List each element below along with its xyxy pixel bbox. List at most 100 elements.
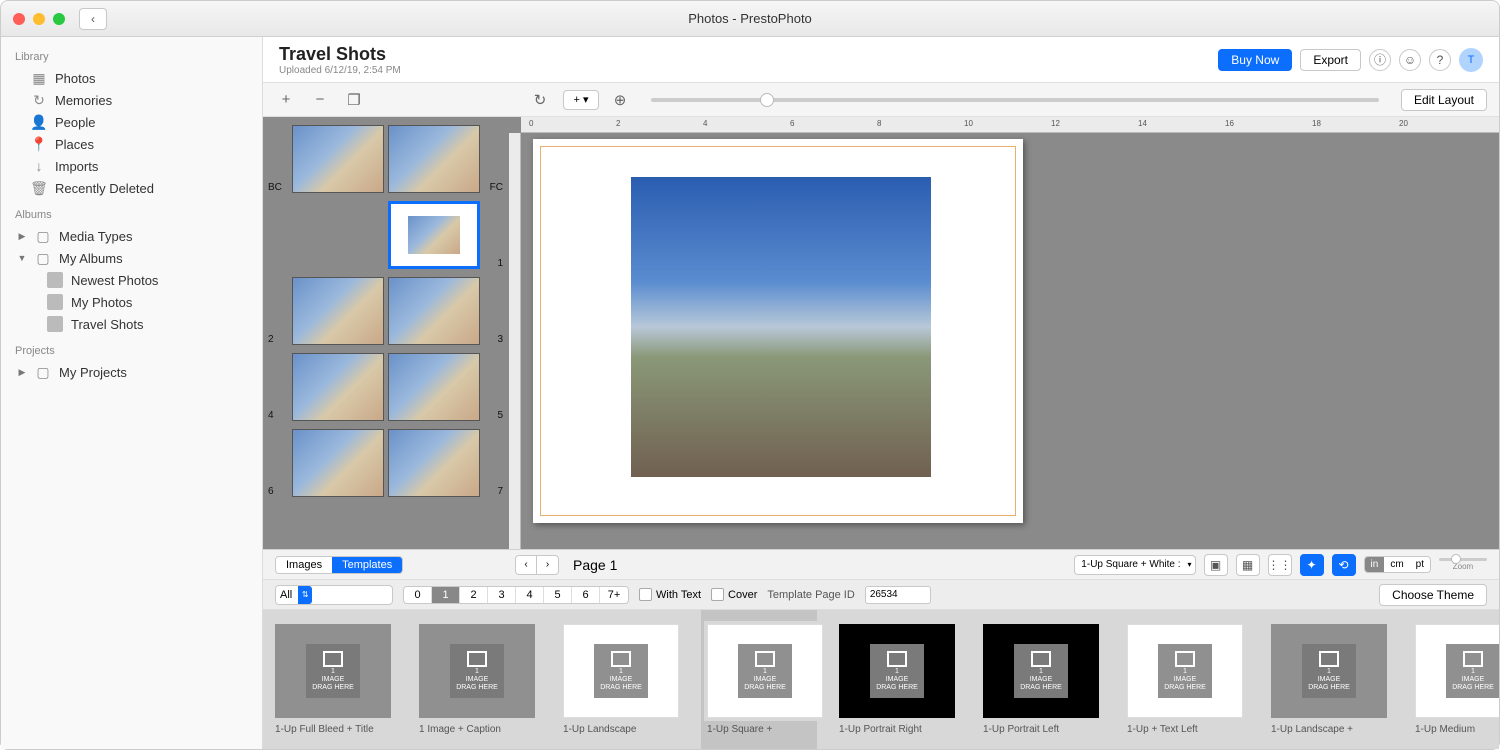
disclosure-icon[interactable]: ▼ [17, 253, 27, 263]
sidebar-item-photos[interactable]: ▦Photos [1, 67, 262, 89]
spread-page-2[interactable] [292, 277, 384, 345]
sidebar-item-travel-shots[interactable]: Travel Shots [1, 313, 262, 335]
export-button[interactable]: Export [1300, 49, 1361, 71]
grid-button-1[interactable]: ▦ [1236, 554, 1260, 576]
disclosure-icon[interactable]: ▶ [17, 367, 27, 378]
info-button[interactable]: ⓘ [1369, 49, 1391, 71]
sidebar-item-places[interactable]: 📍Places [1, 133, 262, 155]
layout-name-dropdown[interactable]: 1-Up Square + White : [1074, 555, 1195, 575]
tab-templates[interactable]: Templates [332, 557, 402, 573]
page-indicator: Page 1 [573, 557, 617, 573]
filter-num-7+[interactable]: 7+ [600, 587, 628, 603]
chat-button[interactable]: ☺ [1399, 49, 1421, 71]
memories-icon: ↻ [31, 92, 47, 108]
cover-checkbox[interactable]: Cover [711, 588, 757, 601]
sidebar-item-my-projects[interactable]: ▶▢My Projects [1, 361, 262, 383]
sidebar-item-memories[interactable]: ↻Memories [1, 89, 262, 111]
back-button[interactable]: ‹ [79, 8, 107, 30]
sidebar-item-recently-deleted[interactable]: 🗑Recently Deleted [1, 177, 262, 199]
unit-in[interactable]: in [1365, 557, 1385, 572]
spread-page-4[interactable] [292, 353, 384, 421]
template-item[interactable]: 1IMAGEDRAG HERE1-Up Full Bleed + Title [275, 624, 391, 745]
buy-now-button[interactable]: Buy Now [1218, 49, 1292, 71]
ruler-vertical [509, 133, 521, 549]
template-item[interactable]: 1IMAGEDRAG HERE1 Image + Caption [419, 624, 535, 745]
sidebar-item-people[interactable]: 👤People [1, 111, 262, 133]
spread-page-5[interactable] [388, 353, 480, 421]
zoom-window[interactable] [53, 13, 65, 25]
images-templates-tabs[interactable]: Images Templates [275, 556, 403, 574]
template-item[interactable]: 1IMAGEDRAG HERE1-Up Medium [1415, 624, 1499, 745]
image-count-filter[interactable]: 01234567+ [403, 586, 629, 604]
spread-panel: BC FC 1 2 3 4 5 [263, 117, 509, 549]
page-next-button[interactable]: › [537, 555, 559, 575]
zoom-out-icon[interactable]: ⊕ [611, 89, 629, 111]
trash-icon: 🗑 [31, 180, 47, 196]
help-button[interactable]: ? [1429, 49, 1451, 71]
template-item[interactable]: 1IMAGEDRAG HERE1-Up Landscape [563, 624, 679, 745]
duplicate-button[interactable]: ❐ [343, 89, 365, 111]
add-dropdown[interactable]: + ▾ [563, 90, 599, 110]
zoom-mini-slider[interactable] [1439, 558, 1487, 561]
spread-page-3[interactable] [388, 277, 480, 345]
template-strip[interactable]: 1IMAGEDRAG HERE1-Up Full Bleed + Title1I… [263, 610, 1499, 749]
edit-layout-button[interactable]: Edit Layout [1401, 89, 1487, 111]
refresh-button[interactable]: ↻ [529, 89, 551, 111]
spread-front-cover[interactable] [388, 125, 480, 193]
template-item[interactable]: 1IMAGEDRAG HERE1-Up Portrait Left [983, 624, 1099, 745]
template-page-id-input[interactable] [865, 586, 931, 604]
remove-button[interactable]: − [309, 89, 331, 111]
section-projects: Projects [1, 341, 262, 361]
page-prev-button[interactable]: ‹ [515, 555, 537, 575]
filter-num-1[interactable]: 1 [432, 587, 460, 603]
section-albums: Albums [1, 205, 262, 225]
tab-images[interactable]: Images [276, 557, 332, 573]
spread-page-1[interactable] [388, 201, 480, 269]
people-icon: 👤 [31, 114, 47, 130]
add-button[interactable]: + [275, 89, 297, 111]
sidebar-item-newest-photos[interactable]: Newest Photos [1, 269, 262, 291]
page-image[interactable] [631, 177, 931, 477]
unit-selector[interactable]: in cm pt [1364, 556, 1431, 573]
template-item[interactable]: 1IMAGEDRAG HERE1-Up Square + [701, 610, 817, 749]
magic-button[interactable]: ✦ [1300, 554, 1324, 576]
sidebar-item-my-albums[interactable]: ▼▢My Albums [1, 247, 262, 269]
spread-page-6[interactable] [292, 429, 384, 497]
template-label: 1-Up Medium [1415, 724, 1499, 735]
user-avatar[interactable]: T [1459, 48, 1483, 72]
template-label: 1-Up Square + [707, 724, 811, 735]
template-label: 1-Up + Text Left [1127, 724, 1243, 735]
filter-num-3[interactable]: 3 [488, 587, 516, 603]
minimize-window[interactable] [33, 13, 45, 25]
choose-theme-button[interactable]: Choose Theme [1379, 584, 1487, 606]
template-item[interactable]: 1IMAGEDRAG HERE1-Up Landscape + [1271, 624, 1387, 745]
with-text-checkbox[interactable]: With Text [639, 588, 701, 601]
upload-timestamp: Uploaded 6/12/19, 2:54 PM [279, 65, 401, 76]
align-button-1[interactable]: ▣ [1204, 554, 1228, 576]
sidebar: Library ▦Photos ↻Memories 👤People 📍Place… [1, 37, 263, 749]
template-item[interactable]: 1IMAGEDRAG HERE1-Up Portrait Right [839, 624, 955, 745]
grid-button-2[interactable]: ⋮⋮ [1268, 554, 1292, 576]
filter-num-5[interactable]: 5 [544, 587, 572, 603]
close-window[interactable] [13, 13, 25, 25]
spread-back-cover[interactable] [292, 125, 384, 193]
sidebar-item-media-types[interactable]: ▶▢Media Types [1, 225, 262, 247]
filter-num-6[interactable]: 6 [572, 587, 600, 603]
layout-page[interactable] [533, 139, 1023, 523]
filter-num-4[interactable]: 4 [516, 587, 544, 603]
template-label: 1-Up Landscape [563, 724, 679, 735]
unit-pt[interactable]: pt [1410, 557, 1430, 572]
canvas-area[interactable]: 02468101214161820 [509, 117, 1499, 549]
sidebar-item-my-photos[interactable]: My Photos [1, 291, 262, 313]
crop-button[interactable]: ⟲ [1332, 554, 1356, 576]
filter-num-2[interactable]: 2 [460, 587, 488, 603]
album-thumb-icon [47, 294, 63, 310]
filter-all-select[interactable]: All⇅ [275, 585, 393, 605]
disclosure-icon[interactable]: ▶ [17, 231, 27, 242]
spread-page-7[interactable] [388, 429, 480, 497]
zoom-slider[interactable] [651, 98, 1379, 102]
unit-cm[interactable]: cm [1384, 557, 1409, 572]
filter-num-0[interactable]: 0 [404, 587, 432, 603]
template-item[interactable]: 1IMAGEDRAG HERE1-Up + Text Left [1127, 624, 1243, 745]
sidebar-item-imports[interactable]: ↓Imports [1, 155, 262, 177]
